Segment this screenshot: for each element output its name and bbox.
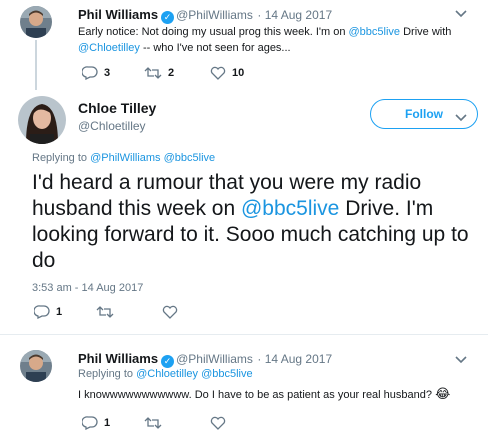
chevron-down-icon[interactable] — [455, 110, 467, 128]
heart-icon — [210, 66, 226, 80]
tweet-text: Early notice: Not doing my usual prog th… — [78, 26, 346, 38]
avatar[interactable] — [20, 6, 52, 38]
reply-count: 3 — [104, 67, 111, 79]
mention-link[interactable]: @bbc5live — [164, 152, 216, 164]
replying-to: Replying to @Chloetilley @bbc5live — [78, 366, 253, 382]
reply-count: 1 — [56, 306, 63, 318]
reply-button[interactable]: 1 — [34, 305, 96, 319]
laughing-emoji-icon: 😂 — [435, 386, 451, 401]
mention-link[interactable]: @Chloetilley — [78, 42, 140, 54]
chevron-down-icon[interactable] — [455, 6, 467, 24]
author-name[interactable]: Chloe Tilley — [78, 100, 156, 116]
like-button[interactable] — [210, 416, 226, 430]
retweet-icon — [96, 306, 114, 318]
tweet-text: Drive with — [403, 26, 452, 38]
tweet-actions: 1 — [34, 305, 178, 319]
tweet-actions: 3 2 10 — [82, 66, 244, 80]
author-handle[interactable]: @Chloetilley — [78, 119, 156, 133]
mention-link[interactable]: @bbc5live — [241, 197, 339, 220]
tweet-body: I knowwwwwwwwwww. Do I have to be as pat… — [78, 386, 450, 403]
reply-icon — [82, 416, 98, 430]
like-button[interactable] — [162, 305, 178, 319]
reply-icon — [82, 66, 98, 80]
author-handle[interactable]: @PhilWilliams — [176, 8, 253, 22]
chevron-down-icon[interactable] — [455, 352, 467, 370]
tweet-date[interactable]: · 14 Aug 2017 — [257, 8, 332, 22]
tweet-actions: 1 — [82, 416, 226, 430]
verified-icon: ✓ — [161, 11, 175, 24]
retweet-button[interactable]: 2 — [144, 66, 210, 80]
author-name[interactable]: Phil Williams — [78, 7, 158, 22]
avatar[interactable] — [18, 96, 66, 144]
mention-link[interactable]: @bbc5live — [349, 26, 401, 38]
retweet-icon — [144, 67, 162, 79]
mention-link[interactable]: @Chloetilley — [136, 368, 198, 380]
reply-icon — [34, 305, 50, 319]
tweet-date[interactable]: · 14 Aug 2017 — [257, 352, 332, 366]
divider — [0, 334, 488, 335]
like-count: 10 — [232, 67, 245, 79]
reply-button[interactable]: 1 — [82, 416, 144, 430]
replying-prefix: Replying to — [78, 368, 134, 380]
heart-icon — [210, 416, 226, 430]
reply-count: 1 — [104, 417, 111, 429]
thread-line — [35, 40, 37, 90]
like-button[interactable]: 10 — [210, 66, 244, 80]
replying-to: Replying to @PhilWilliams @bbc5live — [32, 150, 215, 166]
main-tweet-text: I'd heard a rumour that you were my radi… — [32, 170, 476, 274]
heart-icon — [162, 305, 178, 319]
mention-link[interactable]: @PhilWilliams — [90, 152, 160, 164]
author-name[interactable]: Phil Williams — [78, 351, 158, 366]
retweet-count: 2 — [168, 67, 175, 79]
author-handle[interactable]: @PhilWilliams — [176, 352, 253, 366]
retweet-button[interactable] — [96, 305, 162, 319]
retweet-button[interactable] — [144, 416, 210, 430]
replying-prefix: Replying to — [32, 152, 88, 164]
tweet-text: I knowwwwwwwwwww. Do I have to be as pat… — [78, 389, 433, 401]
avatar[interactable] — [20, 350, 52, 382]
tweet-text: -- who I've not seen for ages... — [142, 42, 291, 54]
reply-button[interactable]: 3 — [82, 66, 144, 80]
mention-link[interactable]: @bbc5live — [201, 368, 253, 380]
tweet-timestamp[interactable]: 3:53 am - 14 Aug 2017 — [32, 282, 143, 294]
retweet-icon — [144, 417, 162, 429]
